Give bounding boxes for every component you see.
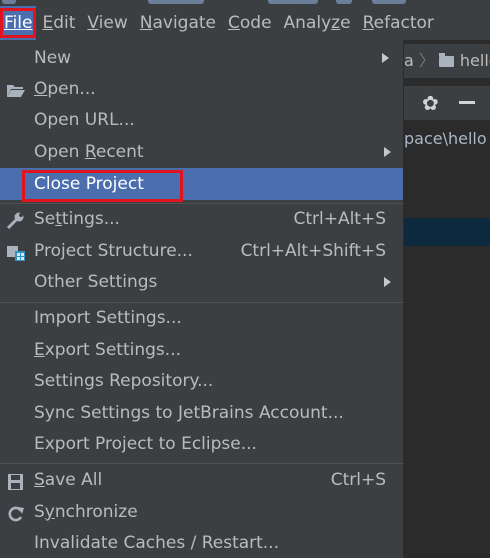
menu-navigate-rest: avigate <box>152 13 217 33</box>
save-icon <box>6 471 26 490</box>
menu-item-close-project[interactable]: Close Project <box>0 168 403 200</box>
menu-edit[interactable]: Edit <box>36 6 81 40</box>
menu-item-project-structure[interactable]: Project Structure... Ctrl+Alt+Shift+S <box>0 236 403 266</box>
menu-item-synchronize[interactable]: Synchronize <box>0 497 403 527</box>
menu-view-rest: iew <box>98 13 128 33</box>
breadcrumb: a 〉 hello <box>404 44 490 78</box>
menu-view[interactable]: View <box>81 6 133 40</box>
menu-item-export-eclipse[interactable]: Export Project to Eclipse... <box>0 429 403 459</box>
menu-refactor[interactable]: Refactor <box>357 6 440 40</box>
menu-item-label: Close Project <box>34 174 144 194</box>
menu-item-label: Project Structure... <box>34 241 193 261</box>
menu-item-open-recent[interactable]: Open Recent <box>0 137 403 167</box>
menu-item-label: Settings... <box>34 209 120 229</box>
project-structure-icon <box>6 242 26 261</box>
selected-tree-row[interactable] <box>404 218 490 246</box>
menu-item-import-settings[interactable]: Import Settings... <box>0 303 403 333</box>
gear-icon[interactable]: ✿ <box>422 92 439 114</box>
menu-separator <box>0 463 403 464</box>
project-path: pace\hello <box>404 124 490 154</box>
menu-navigate[interactable]: Navigate <box>134 6 222 40</box>
breadcrumb-separator: 〉 <box>413 51 435 70</box>
menu-item-label: Invalidate Caches / Restart... <box>34 533 280 553</box>
file-menu-dropdown: New Open... Open URL... Open Recent Clos… <box>0 40 404 558</box>
menu-file[interactable]: File <box>0 6 37 40</box>
menu-item-label: Export Project to Eclipse... <box>34 434 257 454</box>
menu-refactor-rest: efactor <box>373 13 434 33</box>
breadcrumb-folder[interactable]: hello <box>460 51 490 70</box>
folder-open-icon <box>6 80 26 98</box>
menu-item-sync-settings[interactable]: Sync Settings to JetBrains Account... <box>0 398 403 428</box>
menu-item-new[interactable]: New <box>0 43 403 73</box>
tool-window-header: ✿ <box>404 86 490 120</box>
title-tab-fragment <box>268 0 318 4</box>
menu-item-label: Open Recent <box>34 142 144 162</box>
shortcut-label: Ctrl+Alt+S <box>293 209 386 229</box>
refresh-icon <box>6 503 26 522</box>
minimize-icon[interactable] <box>459 101 475 104</box>
menu-item-label: New <box>34 48 72 68</box>
menu-item-open-url[interactable]: Open URL... <box>0 105 403 135</box>
submenu-arrow-icon <box>384 147 391 157</box>
shortcut-label: Ctrl+Alt+Shift+S <box>240 241 386 261</box>
submenu-arrow-icon <box>384 277 391 287</box>
main-menubar: File Edit View Navigate Code Analyze Ref… <box>0 6 490 40</box>
menu-item-label: Import Settings... <box>34 308 182 328</box>
menu-code[interactable]: Code <box>222 6 278 40</box>
menu-item-export-settings[interactable]: Export Settings... <box>0 335 403 365</box>
menu-item-label: Save All <box>34 470 103 490</box>
menu-item-label: Export Settings... <box>34 340 181 360</box>
folder-icon <box>438 53 454 67</box>
menu-item-label: Other Settings <box>34 272 158 292</box>
title-tab-fragment <box>372 0 406 4</box>
menu-item-label: Settings Repository... <box>34 371 214 391</box>
menu-item-invalidate-caches[interactable]: Invalidate Caches / Restart... <box>0 528 403 558</box>
menu-item-settings-repository[interactable]: Settings Repository... <box>0 366 403 396</box>
wrench-icon <box>6 210 26 230</box>
menu-item-other-settings[interactable]: Other Settings <box>0 267 403 297</box>
title-tab-fragment <box>148 0 204 4</box>
menu-code-rest: ode <box>239 13 272 33</box>
shortcut-label: Ctrl+S <box>330 470 386 490</box>
menu-analyze[interactable]: Analyze <box>278 6 357 40</box>
menu-item-open[interactable]: Open... <box>0 74 403 104</box>
breadcrumb-prefix: a <box>404 51 414 70</box>
menu-item-label: Synchronize <box>34 502 138 522</box>
menu-item-label: Open URL... <box>34 110 135 130</box>
menu-edit-rest: dit <box>53 13 76 33</box>
title-tab-fragment <box>336 0 352 4</box>
menu-item-label: Sync Settings to JetBrains Account... <box>34 403 344 423</box>
menu-item-settings[interactable]: Settings... Ctrl+Alt+S <box>0 204 403 234</box>
menu-item-label: Open... <box>34 79 96 99</box>
app-logo-icon <box>2 0 16 4</box>
menu-item-save-all[interactable]: Save All Ctrl+S <box>0 465 403 495</box>
submenu-arrow-icon <box>382 53 389 63</box>
